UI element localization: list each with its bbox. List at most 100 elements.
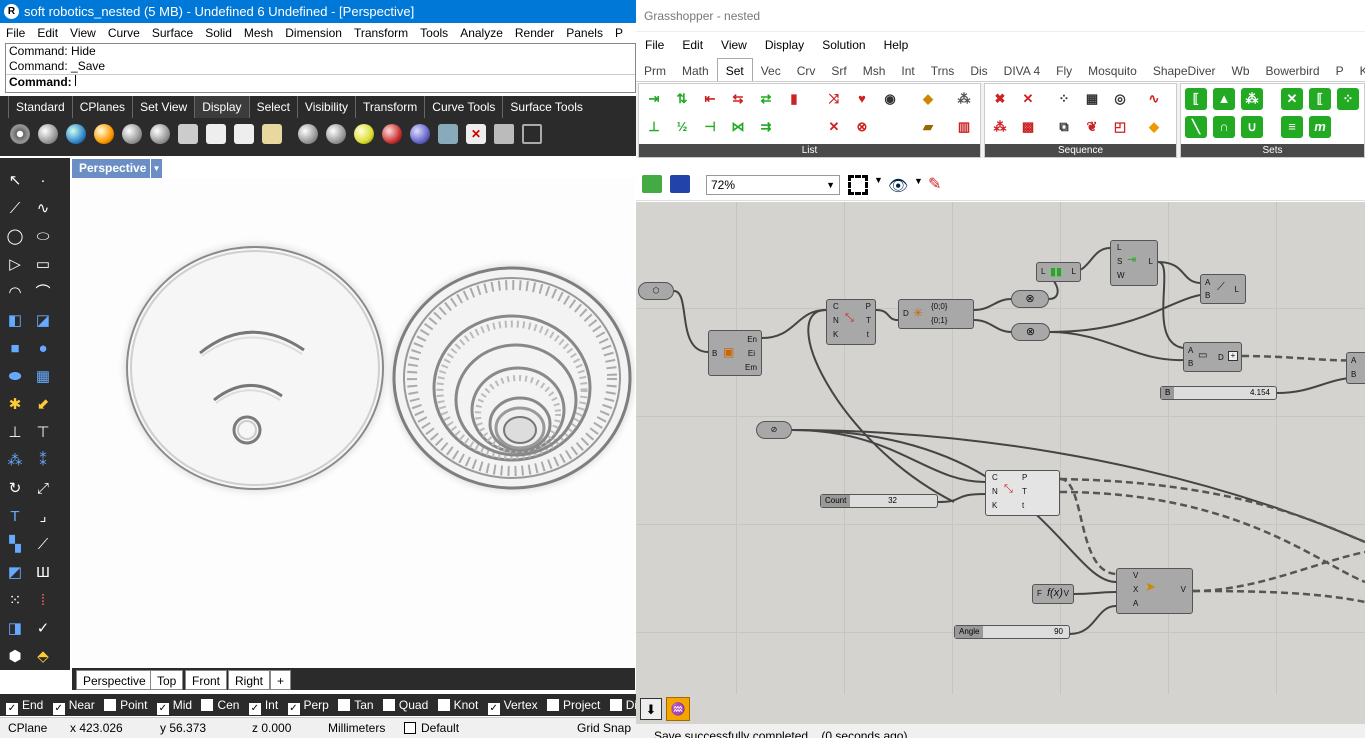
gh-canvas[interactable]: ⬡ B ▣ En Ei Em C N K ⤡ P T t D ✳ {0;0} {… <box>636 202 1365 694</box>
series-icon[interactable]: ⁘ <box>1053 88 1075 110</box>
gh-tab-p[interactable]: P <box>1328 59 1352 81</box>
list-item-icon[interactable]: ⇥ <box>643 88 665 110</box>
grid-snap-toggle[interactable]: Grid Snap <box>577 718 631 739</box>
replace-members-icon[interactable]: ⁘ <box>1337 88 1359 110</box>
menu-dimension[interactable]: Dimension <box>279 23 348 43</box>
gh-menu-solution[interactable]: Solution <box>813 34 874 56</box>
gh-tab-trns[interactable]: Trns <box>923 59 963 81</box>
list-item-component[interactable]: L S W ⇥ L <box>1110 240 1158 286</box>
box-solid-icon[interactable]: ■ <box>4 338 26 360</box>
vp-tab-front[interactable]: Front <box>185 670 228 690</box>
chevron-down-icon[interactable]: ▼ <box>150 159 162 178</box>
gh-tab-prm[interactable]: Prm <box>636 59 674 81</box>
rendered-icon[interactable] <box>66 124 86 144</box>
find-similar-icon[interactable]: ⟦ <box>1309 88 1331 110</box>
tab-visibility[interactable]: Visibility <box>296 96 355 118</box>
object-icon[interactable] <box>438 124 458 144</box>
char-sequence-icon[interactable]: ∿ <box>1143 88 1165 110</box>
osnap-knot[interactable]: Knot <box>437 694 478 716</box>
gh-tab-srf[interactable]: Srf <box>823 59 854 81</box>
gh-tab-bowerbird[interactable]: Bowerbird <box>1258 59 1328 81</box>
surface-icon[interactable]: ◧ <box>4 310 26 332</box>
osnap-project[interactable]: Project <box>547 694 600 716</box>
expression-component[interactable]: F f(x) V <box>1032 584 1074 604</box>
osnap-end[interactable]: ✓ End <box>6 694 43 716</box>
subset-icon[interactable]: ∩ <box>1213 116 1235 138</box>
ellipse-icon[interactable]: ⬭ <box>32 226 54 248</box>
gh-menu-display[interactable]: Display <box>756 34 813 56</box>
menu-curve[interactable]: Curve <box>102 23 146 43</box>
expand-icon[interactable]: + <box>1228 351 1238 361</box>
edges-component[interactable]: B ▣ En Ei Em <box>708 330 762 376</box>
delete-consecutive-icon[interactable]: ✕ <box>1281 88 1303 110</box>
slider-b[interactable]: B 4.154 <box>1160 386 1277 400</box>
rectangle-icon[interactable]: ▭ <box>32 254 54 276</box>
osnap-point[interactable]: Point <box>104 694 147 716</box>
menu-tools[interactable]: Tools <box>414 23 454 43</box>
sub-list-icon[interactable]: ½ <box>671 116 693 138</box>
tab-set-view[interactable]: Set View <box>132 96 194 118</box>
section-icon[interactable] <box>382 124 402 144</box>
viewport-title[interactable]: Perspective ▼ <box>72 159 162 178</box>
stream-filter-icon[interactable]: ▰ <box>917 116 939 138</box>
menu-render[interactable]: Render <box>509 23 560 43</box>
osnap-quad[interactable]: Quad <box>382 694 428 716</box>
zoom-select[interactable]: 72% ▼ <box>706 175 840 195</box>
graft-node[interactable]: ⊗ <box>1011 290 1049 308</box>
gh-tab-diva[interactable]: DIVA 4 <box>996 59 1048 81</box>
menu-view[interactable]: View <box>64 23 102 43</box>
technical-icon[interactable] <box>178 124 198 144</box>
menu-edit[interactable]: Edit <box>31 23 64 43</box>
tab-curve-tools[interactable]: Curve Tools <box>424 96 502 118</box>
no-shading-icon[interactable]: ✕ <box>466 124 486 144</box>
gh-menu-help[interactable]: Help <box>875 34 918 56</box>
weave-icon[interactable]: ⋈ <box>727 116 749 138</box>
menu-overflow[interactable]: P <box>609 23 629 43</box>
gh-tab-crv[interactable]: Crv <box>789 59 824 81</box>
osnap-cen[interactable]: Cen <box>201 694 239 716</box>
curve-param[interactable]: ⊘ <box>756 421 792 439</box>
cylinder-icon[interactable]: ⬬ <box>4 366 26 388</box>
solver-icon[interactable]: ♒ <box>666 697 690 721</box>
divide-curve-component-2[interactable]: C N K ⤡ P T t <box>985 470 1060 516</box>
partition-icon[interactable]: ⇉ <box>755 116 777 138</box>
explode-icon[interactable]: ✱ <box>4 394 26 416</box>
text-set-icon[interactable]: m <box>1309 116 1331 138</box>
layer-color-swatch[interactable] <box>404 722 416 734</box>
curve-icon[interactable]: ∿ <box>32 198 54 220</box>
menu-transform[interactable]: Transform <box>348 23 414 43</box>
gh-menu-edit[interactable]: Edit <box>673 34 712 56</box>
stack-icon[interactable]: ◆ <box>1143 116 1165 138</box>
fibonacci-icon[interactable]: ◎ <box>1109 88 1131 110</box>
artistic-icon[interactable] <box>206 124 226 144</box>
explode-tree-component[interactable]: D ✳ {0;0} {0;1} <box>898 299 974 329</box>
zoom-extents-icon[interactable] <box>848 175 868 195</box>
vp-tab-right[interactable]: Right <box>228 670 271 690</box>
polyline-icon[interactable]: ⟋ <box>4 198 26 220</box>
random-icon[interactable]: ✕ <box>1017 88 1039 110</box>
tab-surface-tools[interactable]: Surface Tools <box>502 96 590 118</box>
cplane-label[interactable]: CPlane <box>8 718 47 739</box>
list-length-icon[interactable]: ⊣ <box>699 116 721 138</box>
populate-icon[interactable]: ◰ <box>1109 116 1131 138</box>
null-item-icon[interactable]: ◉ <box>879 88 901 110</box>
jitter-icon[interactable]: ⁂ <box>989 116 1011 138</box>
screen-icon[interactable] <box>494 124 514 144</box>
sphere-solid-icon[interactable]: ● <box>32 338 54 360</box>
polygon-icon[interactable]: ▷ <box>4 254 26 276</box>
replace-items-icon[interactable]: ⇆ <box>727 88 749 110</box>
block-icon[interactable]: ◩ <box>4 562 26 584</box>
tab-cplanes[interactable]: CPlanes <box>71 96 132 118</box>
gh-tab-math[interactable]: Math <box>674 59 717 81</box>
dispatch-icon[interactable]: ⤨ <box>823 88 845 110</box>
sort-list-icon[interactable]: ⇅ <box>671 88 693 110</box>
brep-param[interactable]: ⬡ <box>638 282 674 300</box>
combine-data-icon[interactable]: ◆ <box>917 88 939 110</box>
boolean-icon[interactable]: ⁂ <box>4 450 26 472</box>
menu-mesh[interactable]: Mesh <box>238 23 279 43</box>
reverse-list-icon[interactable]: ⇄ <box>755 88 777 110</box>
osnap-mid[interactable]: ✓ Mid <box>156 694 192 716</box>
gh-tab-mosquito[interactable]: Mosquito <box>1080 59 1145 81</box>
osnap-tan[interactable]: Tan <box>338 694 374 716</box>
repeat-data-icon[interactable]: ▩ <box>1017 116 1039 138</box>
